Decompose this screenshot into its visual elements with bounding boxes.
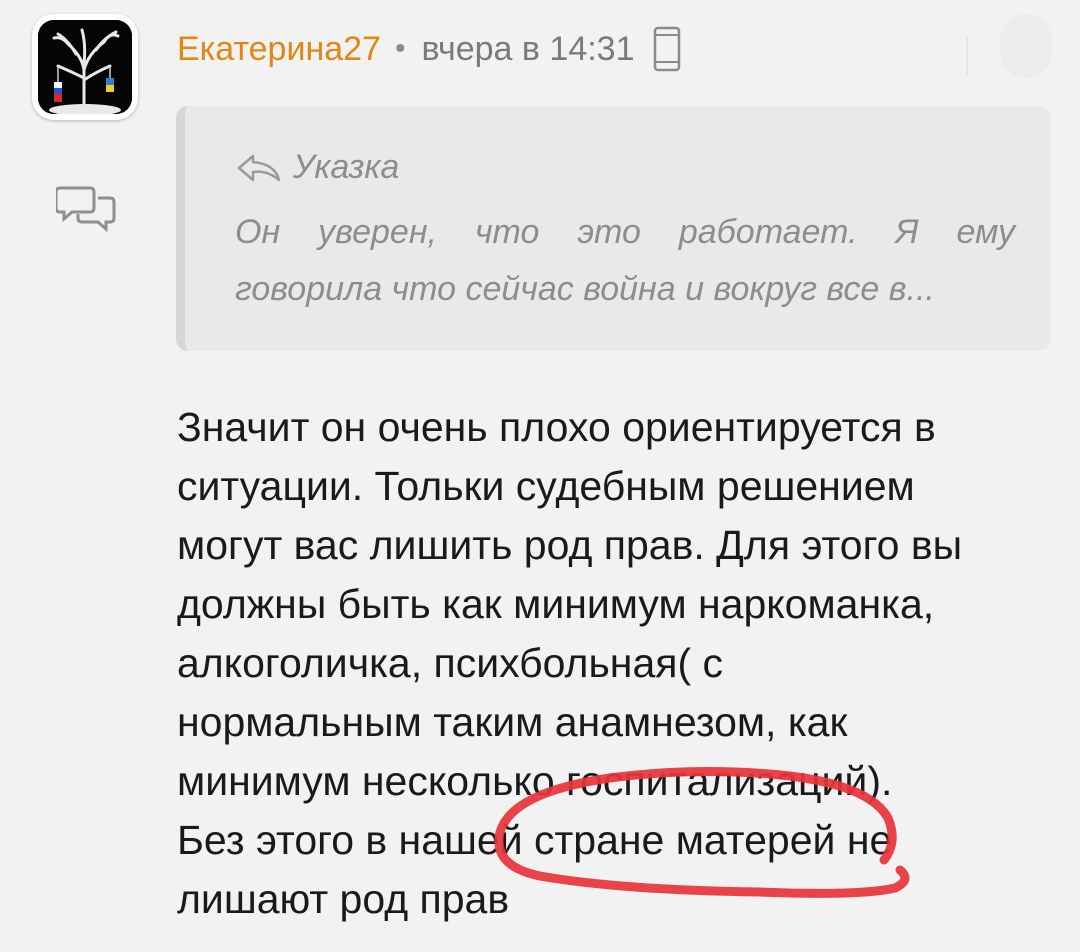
comment-line: нормальным таким анамнезом, как — [177, 699, 848, 745]
quote-header: Указка — [235, 148, 399, 187]
comment-line: ситуации. Тольки судебным решением — [177, 463, 915, 509]
faded-menu-button[interactable] — [1000, 14, 1052, 78]
comment-time: вчера в 14:31 — [421, 29, 635, 68]
comment-line: Значит он очень плохо ориентируется в — [177, 404, 936, 450]
meta-separator: • — [394, 32, 406, 65]
comment-body: Значит он очень плохо ориентируется в си… — [177, 398, 1057, 929]
quote-line-1: Он уверен, что это работает. Я ему — [235, 213, 1015, 251]
comment-header: Екатерина27 • вчера в 14:31 — [177, 24, 681, 74]
reply-arrow-icon — [237, 154, 281, 181]
quote-text: Он уверен, что это работает. Я ему говор… — [235, 204, 1015, 318]
comment-line: лишают род прав — [177, 876, 510, 922]
chat-bubbles-icon[interactable] — [56, 184, 116, 234]
quoted-message[interactable]: Указка Он уверен, что это работает. Я ем… — [176, 106, 1051, 351]
faded-divider — [966, 36, 968, 76]
comment-line: алкоголичка, психбольная( с — [177, 640, 723, 686]
quote-author: Указка — [293, 148, 400, 186]
comment-line: должны быть как минимум наркоманка, — [177, 581, 935, 627]
comment-screen: Екатерина27 • вчера в 14:31 Указка Он ув… — [0, 0, 1080, 952]
author-avatar[interactable] — [32, 14, 138, 120]
quote-line-2: говорила что сейчас война и вокруг все в… — [235, 270, 935, 308]
comment-line: минимум несколько госпитализаций). — [177, 758, 893, 804]
comment-line: Без этого в нашей стране матерей не — [177, 817, 893, 863]
mobile-phone-icon — [653, 26, 680, 72]
author-name[interactable]: Екатерина27 — [177, 30, 381, 69]
tree-avatar-icon — [38, 20, 132, 114]
comment-line: могут вас лишить род прав. Для этого вы — [177, 522, 963, 568]
